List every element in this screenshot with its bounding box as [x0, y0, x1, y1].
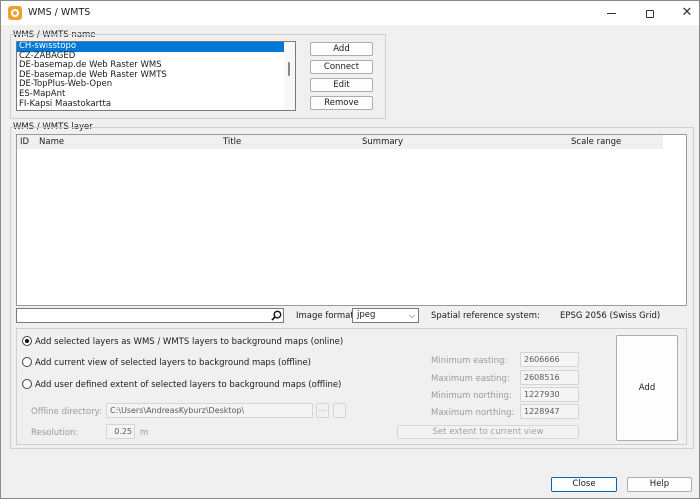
- scrollbar-thumb[interactable]: [288, 62, 290, 76]
- add-to-background-button[interactable]: Add: [616, 335, 678, 441]
- open-directory-button[interactable]: [333, 403, 346, 418]
- column-summary[interactable]: Summary: [362, 137, 403, 147]
- image-format-value: jpeg: [357, 310, 376, 320]
- services-list[interactable]: CH-swisstopo CZ-ZABAGED DE-basemap.de Web …: [16, 41, 296, 111]
- magnifier-icon[interactable]: [271, 310, 282, 321]
- min-northing-input[interactable]: 1227930: [520, 387, 579, 402]
- maximize-button[interactable]: [638, 3, 662, 23]
- services-scrollbar[interactable]: [284, 42, 295, 110]
- column-id[interactable]: ID: [20, 137, 29, 147]
- current-view-option-label[interactable]: Add current view of selected layers to b…: [35, 358, 311, 368]
- column-scale-range[interactable]: Scale range: [571, 137, 621, 147]
- resolution-label: Resolution:: [31, 428, 79, 438]
- wms-wmts-dialog: WMS / WMTS ✕ WMS / WMTS name CH-swisstop…: [0, 0, 700, 499]
- column-title[interactable]: Title: [223, 137, 241, 147]
- edit-service-button[interactable]: Edit: [310, 78, 373, 92]
- offline-directory-label: Offline directory:: [31, 407, 102, 417]
- srs-label: Spatial reference system:: [431, 311, 540, 321]
- image-format-select[interactable]: jpeg ⌵: [352, 308, 419, 323]
- add-service-button[interactable]: Add: [310, 42, 373, 56]
- window-title: WMS / WMTS: [28, 7, 91, 18]
- max-easting-label: Maximum easting:: [431, 374, 510, 384]
- chevron-down-icon: ⌵: [408, 311, 415, 320]
- title-bar: WMS / WMTS ✕: [1, 1, 699, 25]
- maximize-icon: [646, 9, 654, 18]
- min-northing-label: Minimum northing:: [431, 391, 512, 401]
- current-view-radio[interactable]: [22, 357, 32, 367]
- help-button[interactable]: Help: [627, 477, 692, 492]
- srs-value: EPSG 2056 (Swiss Grid): [560, 311, 661, 321]
- layer-search-input[interactable]: [16, 308, 284, 323]
- app-icon: [8, 6, 22, 20]
- resolution-input[interactable]: 0.25: [106, 424, 135, 439]
- close-icon: ✕: [681, 5, 693, 20]
- connect-button[interactable]: Connect: [310, 60, 373, 74]
- minimize-button[interactable]: [599, 3, 623, 23]
- image-format-label: Image format:: [296, 311, 357, 321]
- min-easting-label: Minimum easting:: [431, 356, 508, 366]
- window-close-button[interactable]: ✕: [675, 3, 699, 23]
- layers-table[interactable]: ID Name Title Summary Scale range: [16, 134, 687, 306]
- list-item[interactable]: FI-Kapsi Maastokartta: [17, 99, 284, 110]
- layers-table-header: ID Name Title Summary Scale range: [17, 135, 663, 149]
- user-extent-radio[interactable]: [22, 379, 32, 389]
- online-radio[interactable]: [22, 336, 32, 346]
- close-button[interactable]: Close: [551, 477, 617, 492]
- column-name[interactable]: Name: [39, 137, 64, 147]
- set-extent-button[interactable]: Set extent to current view: [397, 425, 579, 439]
- max-northing-input[interactable]: 1228947: [520, 404, 579, 419]
- max-easting-input[interactable]: 2608516: [520, 370, 579, 385]
- remove-service-button[interactable]: Remove: [310, 96, 373, 110]
- resolution-unit: m: [140, 428, 149, 438]
- browse-directory-button[interactable]: ...: [316, 403, 329, 418]
- max-northing-label: Maximum northing:: [431, 408, 515, 418]
- offline-directory-input[interactable]: C:\Users\AndreasKyburz\Desktop\: [106, 403, 313, 418]
- online-option-label[interactable]: Add selected layers as WMS / WMTS layers…: [35, 337, 343, 347]
- minimize-icon: [606, 13, 616, 14]
- user-extent-option-label[interactable]: Add user defined extent of selected laye…: [35, 380, 341, 390]
- min-easting-input[interactable]: 2606666: [520, 352, 579, 367]
